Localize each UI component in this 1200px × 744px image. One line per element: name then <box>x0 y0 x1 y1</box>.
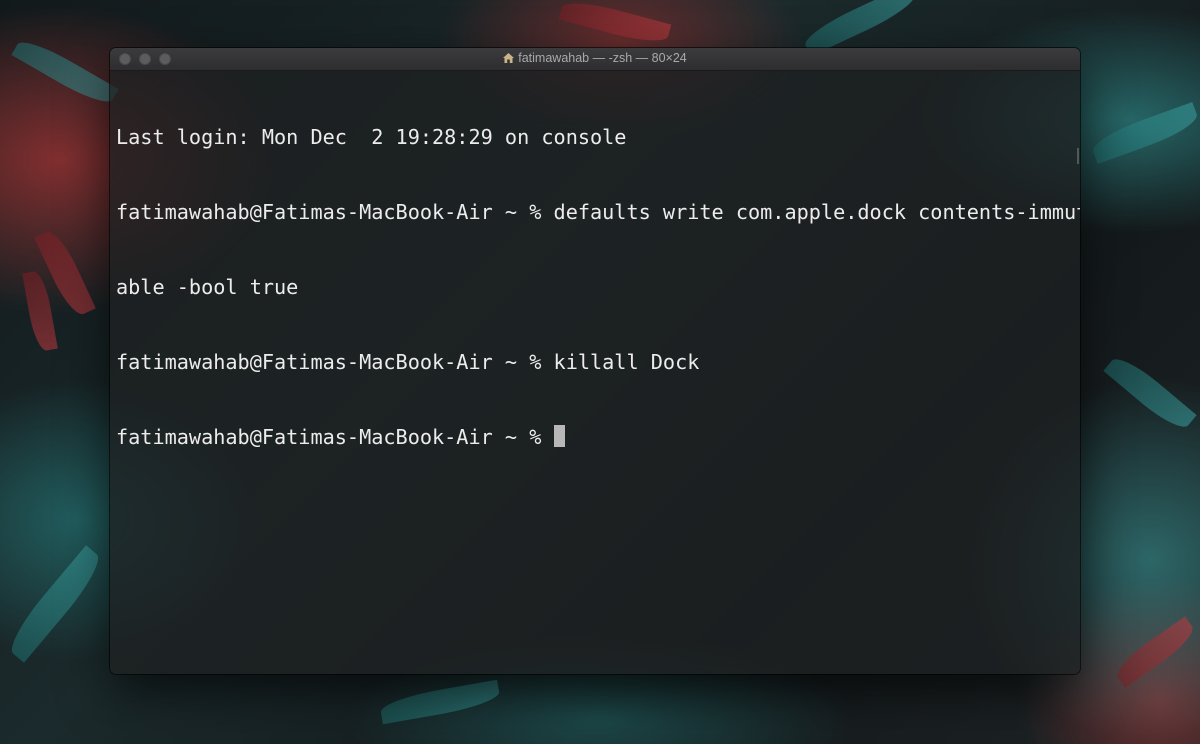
wallpaper-leaf <box>1111 616 1199 688</box>
terminal-line: fatimawahab@Fatimas-MacBook-Air ~ % kill… <box>116 350 700 374</box>
terminal-line: able -bool true <box>116 275 299 299</box>
shell-prompt: fatimawahab@Fatimas-MacBook-Air ~ % <box>116 425 554 449</box>
wallpaper-leaf <box>558 0 672 48</box>
terminal-line: fatimawahab@Fatimas-MacBook-Air ~ % defa… <box>116 200 1080 224</box>
terminal-line: Last login: Mon Dec 2 19:28:29 on consol… <box>116 125 627 149</box>
terminal-window[interactable]: fatimawahab — -zsh — 80×24 Last login: M… <box>110 48 1080 674</box>
wallpaper-leaf <box>1103 350 1197 436</box>
wallpaper-leaf <box>378 679 502 725</box>
window-title: fatimawahab — -zsh — 80×24 <box>110 51 1080 65</box>
text-cursor <box>553 425 565 447</box>
title-bar[interactable]: fatimawahab — -zsh — 80×24 <box>110 48 1080 71</box>
home-folder-icon <box>503 53 515 63</box>
wallpaper-leaf <box>22 269 58 353</box>
wallpaper-leaf <box>1088 101 1200 165</box>
window-title-text: fatimawahab — -zsh — 80×24 <box>518 51 687 65</box>
wallpaper-leaf <box>11 34 119 110</box>
prompt-line[interactable]: fatimawahab@Fatimas-MacBook-Air ~ % <box>116 425 1074 450</box>
wallpaper-leaf <box>2 545 108 663</box>
scrollbar[interactable] <box>1077 148 1079 164</box>
terminal-output[interactable]: Last login: Mon Dec 2 19:28:29 on consol… <box>110 71 1080 500</box>
